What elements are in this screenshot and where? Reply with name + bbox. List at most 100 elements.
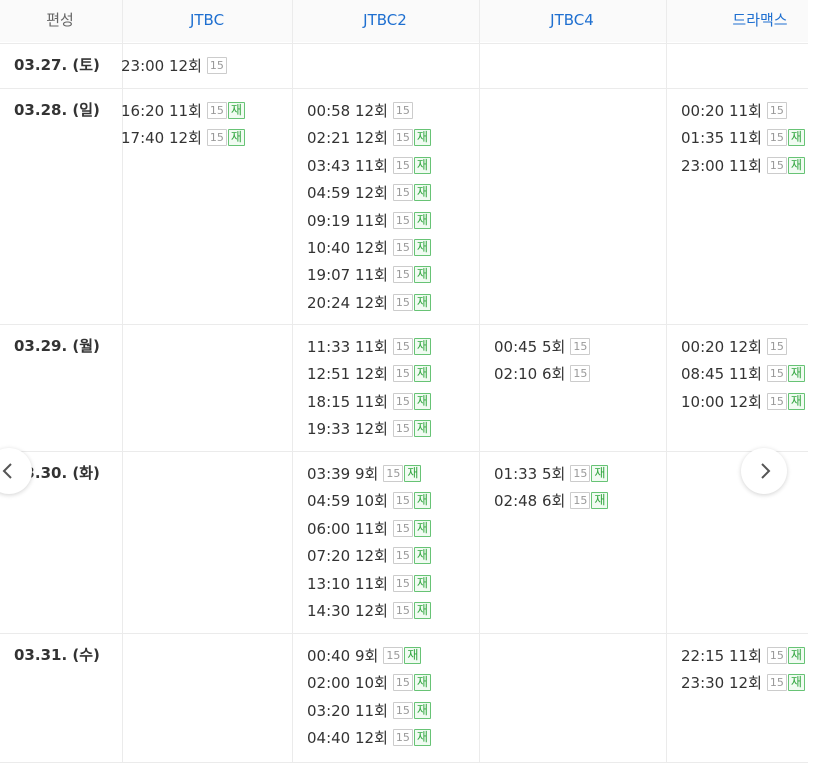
schedule-entry[interactable]: 23:00 11회 15 재 bbox=[681, 154, 805, 176]
air-time: 04:40 12회 bbox=[307, 728, 388, 747]
rerun-badge: 재 bbox=[413, 492, 431, 509]
age-rating-badge: 15 bbox=[392, 294, 413, 311]
next-button[interactable] bbox=[741, 448, 787, 494]
schedule-entry[interactable]: 03:43 11회 15 재 bbox=[307, 154, 431, 176]
row-divider bbox=[0, 43, 808, 44]
air-time: 02:21 12회 bbox=[307, 128, 388, 147]
schedule-entry[interactable]: 08:45 11회 15 재 bbox=[681, 362, 805, 384]
schedule-entry[interactable]: 09:19 11회 15 재 bbox=[307, 209, 431, 231]
schedule-entry[interactable]: 18:15 11회 15 재 bbox=[307, 390, 431, 412]
schedule-entry[interactable]: 14:30 12회 15 재 bbox=[307, 599, 431, 621]
rerun-badge: 재 bbox=[413, 729, 431, 746]
date-label: 03.28. (일) bbox=[14, 101, 100, 119]
rerun-badge: 재 bbox=[413, 266, 431, 283]
date-label: 03.27. (토) bbox=[14, 56, 100, 74]
schedule-entry[interactable]: 11:33 11회 15 재 bbox=[307, 335, 431, 357]
channel-header[interactable]: JTBC bbox=[147, 0, 267, 42]
channel-header[interactable]: JTBC4 bbox=[512, 0, 632, 42]
age-rating-badge: 15 bbox=[766, 365, 787, 382]
rerun-badge: 재 bbox=[413, 184, 431, 201]
schedule-entry[interactable]: 01:35 11회 15 재 bbox=[681, 126, 805, 148]
rerun-badge: 재 bbox=[787, 157, 805, 174]
air-time: 14:30 12회 bbox=[307, 601, 388, 620]
rerun-badge: 재 bbox=[591, 465, 609, 482]
schedule-entry[interactable]: 23:00 12회 15 bbox=[121, 54, 227, 76]
age-rating-badge: 15 bbox=[766, 102, 787, 119]
schedule-entry[interactable]: 00:58 12회 15 bbox=[307, 99, 413, 121]
schedule-entry[interactable]: 19:07 11회 15 재 bbox=[307, 263, 431, 285]
schedule-entry[interactable]: 10:00 12회 15 재 bbox=[681, 390, 805, 412]
age-rating-badge: 15 bbox=[383, 465, 404, 482]
schedule-entry[interactable]: 12:51 12회 15 재 bbox=[307, 362, 431, 384]
schedule-entry[interactable]: 10:40 12회 15 재 bbox=[307, 236, 431, 258]
rerun-badge: 재 bbox=[413, 365, 431, 382]
air-time: 07:20 12회 bbox=[307, 546, 388, 565]
schedule-entry[interactable]: 03:39 9회 15 재 bbox=[307, 462, 422, 484]
air-time: 10:40 12회 bbox=[307, 238, 388, 257]
air-time: 04:59 10회 bbox=[307, 491, 388, 510]
rerun-badge: 재 bbox=[413, 520, 431, 537]
rerun-badge: 재 bbox=[787, 393, 805, 410]
schedule-column-header: 편성 bbox=[46, 11, 74, 29]
air-time: 12:51 12회 bbox=[307, 364, 388, 383]
schedule-entry[interactable]: 13:10 11회 15 재 bbox=[307, 572, 431, 594]
age-rating-badge: 15 bbox=[392, 674, 413, 691]
rerun-badge: 재 bbox=[787, 674, 805, 691]
air-time: 20:24 12회 bbox=[307, 293, 388, 312]
channel-header[interactable]: 드라맥스 bbox=[700, 0, 820, 42]
age-rating-badge: 15 bbox=[392, 129, 413, 146]
chevron-right-icon bbox=[761, 463, 771, 479]
schedule-entry[interactable]: 04:59 12회 15 재 bbox=[307, 181, 431, 203]
schedule-entry[interactable]: 02:48 6회 15 재 bbox=[494, 489, 609, 511]
rerun-badge: 재 bbox=[787, 129, 805, 146]
rerun-badge: 재 bbox=[413, 674, 431, 691]
schedule-entry[interactable]: 07:20 12회 15 재 bbox=[307, 544, 431, 566]
age-rating-badge: 15 bbox=[206, 102, 227, 119]
schedule-entry[interactable]: 04:59 10회 15 재 bbox=[307, 489, 431, 511]
air-time: 16:20 11회 bbox=[121, 101, 202, 120]
schedule-entry[interactable]: 04:40 12회 15 재 bbox=[307, 726, 431, 748]
rerun-badge: 재 bbox=[591, 492, 609, 509]
schedule-entry[interactable]: 02:10 6회 15 bbox=[494, 362, 591, 384]
schedule-entry[interactable]: 22:15 11회 15 재 bbox=[681, 644, 805, 666]
schedule-entry[interactable]: 20:24 12회 15 재 bbox=[307, 291, 431, 313]
air-time: 01:33 5회 bbox=[494, 464, 566, 483]
air-time: 09:19 11회 bbox=[307, 211, 388, 230]
rerun-badge: 재 bbox=[404, 465, 422, 482]
schedule-entry[interactable]: 17:40 12회 15 재 bbox=[121, 126, 245, 148]
schedule-entry[interactable]: 16:20 11회 15 재 bbox=[121, 99, 245, 121]
age-rating-badge: 15 bbox=[392, 520, 413, 537]
channel-header[interactable]: JTBC2 bbox=[325, 0, 445, 42]
age-rating-badge: 15 bbox=[570, 465, 591, 482]
air-time: 10:00 12회 bbox=[681, 392, 762, 411]
age-rating-badge: 15 bbox=[392, 729, 413, 746]
age-rating-badge: 15 bbox=[392, 184, 413, 201]
age-rating-badge: 15 bbox=[392, 266, 413, 283]
schedule-entry[interactable]: 00:40 9회 15 재 bbox=[307, 644, 422, 666]
age-rating-badge: 15 bbox=[206, 129, 227, 146]
schedule-entry[interactable]: 06:00 11회 15 재 bbox=[307, 517, 431, 539]
air-time: 19:07 11회 bbox=[307, 265, 388, 284]
schedule-entry[interactable]: 19:33 12회 15 재 bbox=[307, 417, 431, 439]
chevron-left-icon bbox=[2, 463, 12, 479]
schedule-entry[interactable]: 02:21 12회 15 재 bbox=[307, 126, 431, 148]
air-time: 23:00 12회 bbox=[121, 56, 202, 75]
age-rating-badge: 15 bbox=[392, 575, 413, 592]
schedule-entry[interactable]: 01:33 5회 15 재 bbox=[494, 462, 609, 484]
age-rating-badge: 15 bbox=[392, 102, 413, 119]
schedule-entry[interactable]: 23:30 12회 15 재 bbox=[681, 671, 805, 693]
age-rating-badge: 15 bbox=[392, 338, 413, 355]
air-time: 00:20 12회 bbox=[681, 337, 762, 356]
schedule-entry[interactable]: 00:20 11회 15 bbox=[681, 99, 787, 121]
schedule-entry[interactable]: 02:00 10회 15 재 bbox=[307, 671, 431, 693]
schedule-entry[interactable]: 00:20 12회 15 bbox=[681, 335, 787, 357]
air-time: 23:00 11회 bbox=[681, 156, 762, 175]
age-rating-badge: 15 bbox=[392, 420, 413, 437]
schedule-entry[interactable]: 00:45 5회 15 bbox=[494, 335, 591, 357]
age-rating-badge: 15 bbox=[392, 212, 413, 229]
schedule-entry[interactable]: 03:20 11회 15 재 bbox=[307, 699, 431, 721]
rerun-badge: 재 bbox=[787, 647, 805, 664]
air-time: 02:10 6회 bbox=[494, 364, 566, 383]
rerun-badge: 재 bbox=[413, 294, 431, 311]
row-divider bbox=[0, 88, 808, 89]
